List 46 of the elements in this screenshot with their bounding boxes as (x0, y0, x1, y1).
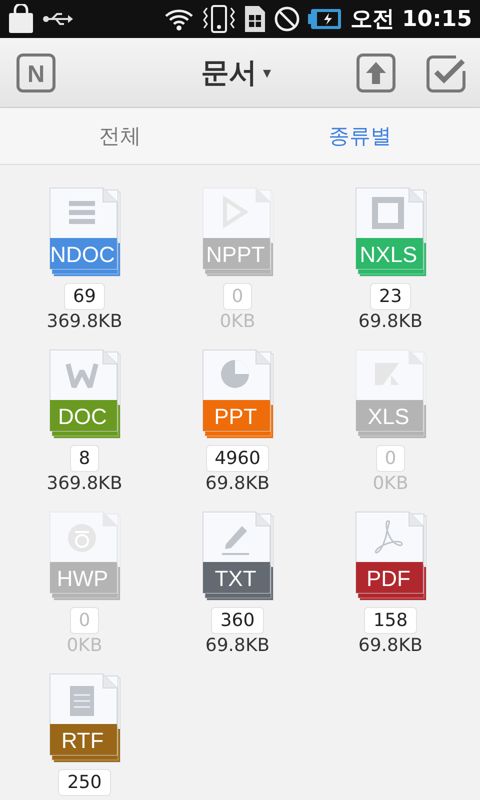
usb-icon (42, 11, 74, 27)
file-type-label: TXT (214, 566, 258, 592)
file-size: 369.8KB (46, 310, 122, 334)
sim-card-icon (244, 5, 266, 33)
battery-icon (308, 8, 342, 30)
file-size: 369.8KB (46, 472, 122, 496)
file-icon[interactable] (354, 511, 426, 601)
file-type-label: PDF (366, 566, 412, 592)
blocked-icon (274, 6, 300, 32)
file-type-label: RTF (60, 728, 105, 754)
file-icon[interactable] (202, 349, 274, 439)
status-time: 오전 10:15 (350, 6, 472, 34)
select-button[interactable] (426, 52, 466, 92)
file-count: 0 (376, 445, 406, 472)
upload-button[interactable] (356, 52, 396, 92)
file-type-label: HWP (56, 566, 110, 592)
vibrate-icon (202, 5, 236, 33)
tab[interactable]: 전체 (0, 108, 240, 164)
file-size: 69.8KB (205, 634, 270, 658)
file-type-label: NXLS (358, 242, 418, 268)
file-count: 360 (211, 607, 264, 634)
file-icon[interactable] (48, 349, 120, 439)
file-icon[interactable] (48, 187, 120, 277)
logo-button[interactable]: N (16, 52, 56, 92)
file-count: 250 (58, 769, 111, 796)
file-count: 158 (364, 607, 417, 634)
file-count: 23 (370, 283, 411, 310)
file-type-label: DOC (57, 404, 108, 430)
file-count: 0 (222, 283, 252, 310)
file-count: 4960 (206, 445, 270, 472)
tab[interactable]: 종류별 (240, 108, 480, 164)
file-size: 69.8KB (205, 472, 270, 496)
file-count: 69 (64, 283, 105, 310)
file-type-label: XLS (366, 404, 410, 430)
screen-title[interactable]: 문서 (200, 54, 257, 92)
dropdown-caret[interactable]: ▾ (262, 63, 272, 82)
file-type-label: NPPT (205, 242, 266, 268)
file-icon[interactable] (48, 673, 120, 763)
file-count: 8 (70, 445, 100, 472)
file-icon[interactable] (202, 511, 274, 601)
file-size: 69.8KB (358, 634, 423, 658)
file-count: 0 (70, 607, 100, 634)
wifi-icon (164, 7, 194, 31)
file-type-label: PPT (213, 404, 258, 430)
file-type-label: NDOC (49, 242, 116, 268)
file-size: 69.8KB (358, 310, 423, 334)
